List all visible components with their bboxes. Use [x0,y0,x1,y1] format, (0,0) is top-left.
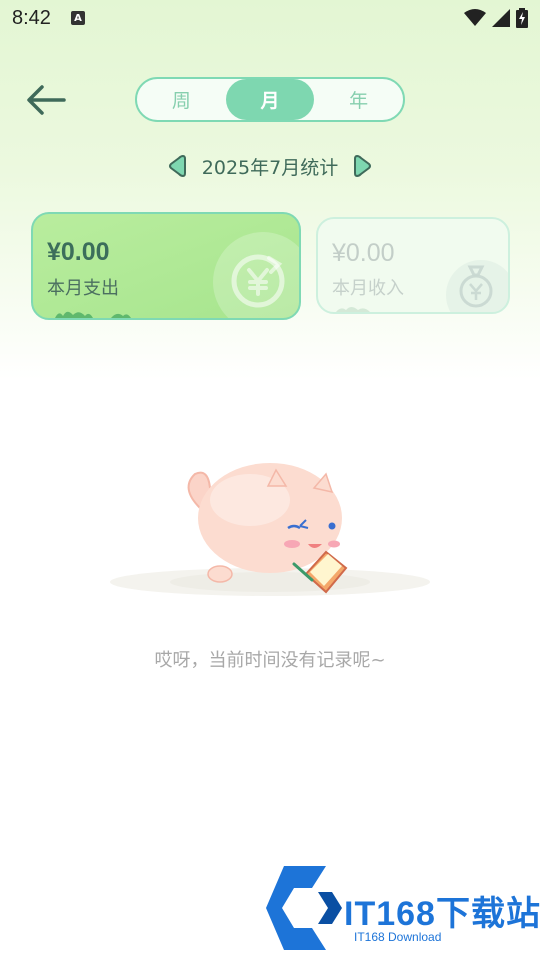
next-month-button[interactable] [352,153,374,179]
watermark-title: IT168下载站 [344,895,540,933]
tab-month[interactable]: 月 [225,79,315,120]
signal-icon [492,9,510,27]
tab-week[interactable]: 周 [137,79,226,120]
grass-decoration [336,307,370,312]
income-amount: ¥0.00 [332,239,395,267]
triangle-right-icon [354,154,372,178]
income-caption: 本月收入 [332,278,404,299]
expense-caption: 本月支出 [47,278,119,299]
tab-month-label: 月 [260,90,280,112]
period-segmented-control: 周 月 年 [135,77,405,122]
tab-year[interactable]: 年 [314,79,403,120]
status-icons [464,8,528,28]
money-bag-icon [459,265,493,308]
expense-summary-card[interactable]: ¥0.00 本月支出 [31,212,301,320]
tab-week-label: 周 [171,90,191,112]
empty-state-message: 哎呀，当前时间没有记录呢~ [154,650,386,671]
notification-badge-icon: A [70,11,85,25]
expense-amount: ¥0.00 [47,238,110,266]
cat-mascot-illustration [110,463,430,596]
arrow-left-icon [27,85,66,115]
month-navigator: 2025年7月统计 [0,148,540,184]
header-background [0,0,540,380]
tab-year-label: 年 [349,90,369,112]
watermark-subtitle: IT168 Download [354,930,442,944]
back-button[interactable] [24,80,68,120]
wifi-icon [464,9,486,26]
yuan-exchange-icon [231,254,285,308]
triangle-left-icon [168,154,186,178]
battery-charging-icon [516,8,528,28]
it168-logo-icon [266,866,342,950]
month-label: 2025年7月统计 [201,156,339,179]
status-bar: 8:42 A [0,0,540,36]
prev-month-button[interactable] [166,153,188,179]
watermark: IT168下载站 IT168 Download [264,862,540,952]
status-time: 8:42 [12,6,51,29]
grass-decoration [55,311,131,318]
income-summary-card[interactable]: ¥0.00 本月收入 [316,217,510,314]
